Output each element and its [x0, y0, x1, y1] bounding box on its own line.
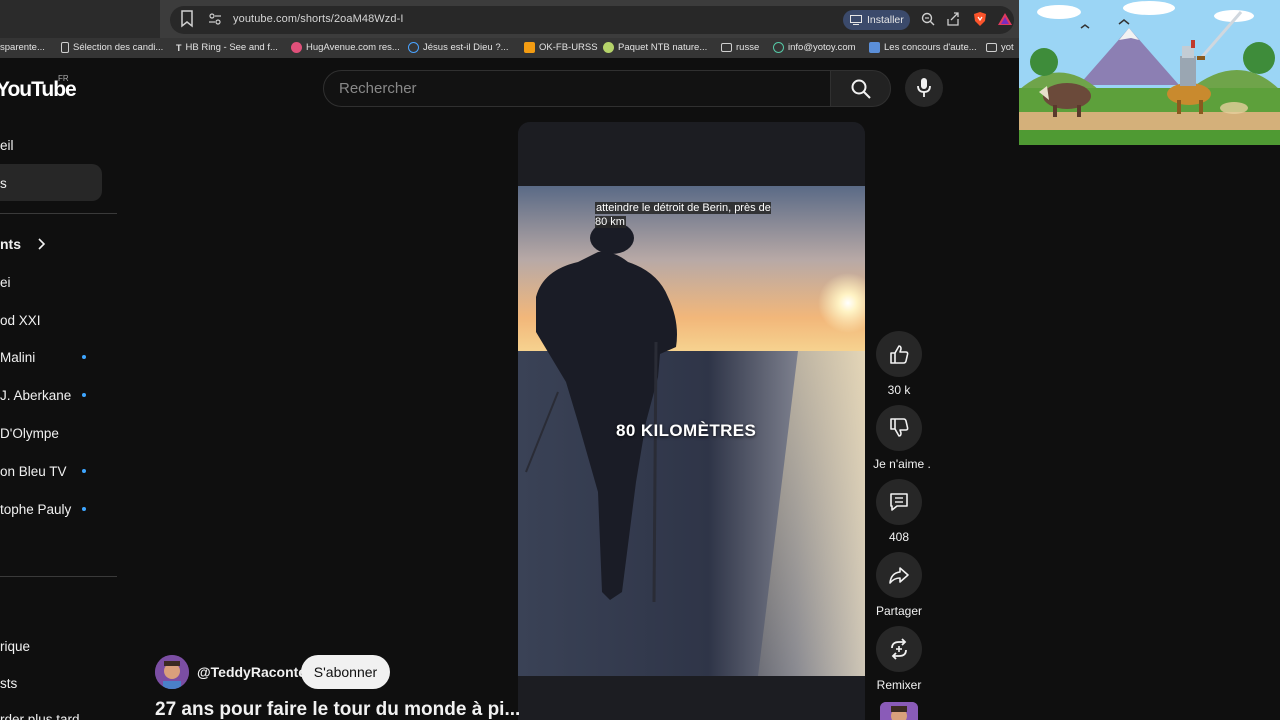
- game-scene-image: [1019, 0, 1280, 145]
- bookmark-folder[interactable]: russe: [721, 42, 759, 53]
- new-content-dot: [82, 507, 86, 511]
- bookmark-item[interactable]: info@yotoy.com: [773, 42, 856, 53]
- share-icon: [889, 567, 909, 584]
- video-title[interactable]: 27 ans pour faire le tour du monde à pi.…: [155, 699, 520, 720]
- bookmarks-bar: sparente... Sélection des candi... T HB R…: [0, 38, 1019, 58]
- share-button[interactable]: [876, 552, 922, 598]
- share-page-icon[interactable]: [945, 11, 961, 27]
- leaf-icon: [603, 42, 614, 53]
- avatar-image: [155, 655, 189, 689]
- image-icon: [869, 42, 880, 53]
- brave-rewards-icon[interactable]: [997, 11, 1013, 27]
- subscribe-button[interactable]: S'abonner: [301, 655, 390, 689]
- microphone-icon: [917, 78, 931, 97]
- ok-icon: [524, 42, 535, 53]
- browser-toolbar: youtube.com/shorts/2oaM48Wzd-I Installer: [0, 0, 1019, 38]
- video-caption: 80 KILOMÈTRES: [616, 421, 757, 440]
- install-button[interactable]: Installer: [843, 10, 910, 30]
- sidebar-item-watch-later[interactable]: rder plus tard: [0, 712, 80, 720]
- sidebar-divider: [0, 576, 117, 577]
- brave-shield-icon[interactable]: [972, 11, 988, 27]
- bookmark-item[interactable]: Paquet NTB nature...: [603, 42, 707, 53]
- sidebar-item-home[interactable]: eil: [0, 138, 14, 153]
- like-count: 30 k: [887, 383, 911, 397]
- page-icon: [61, 42, 69, 53]
- remix-icon: [891, 638, 907, 660]
- comment-count: 408: [888, 530, 910, 544]
- bookmark-item[interactable]: sparente...: [0, 42, 45, 53]
- sidebar-divider: [0, 213, 117, 214]
- bookmark-item[interactable]: Jésus est-il Dieu ?...: [408, 42, 509, 53]
- bookmark-item[interactable]: Sélection des candi...: [61, 42, 163, 53]
- channel-name[interactable]: @TeddyRaconte: [197, 664, 306, 680]
- chevron-right-icon: [38, 238, 46, 250]
- remix-button[interactable]: [876, 626, 922, 672]
- sidebar-item-playlists[interactable]: sts: [0, 676, 17, 691]
- share-label: Partager: [875, 604, 923, 618]
- search-placeholder: Rechercher: [339, 80, 417, 97]
- bookmark-item[interactable]: HugAvenue.com res...: [291, 42, 400, 53]
- sidebar-channel[interactable]: on Bleu TV: [0, 464, 67, 479]
- folder-icon: [986, 43, 997, 52]
- region-code: FR: [58, 74, 69, 83]
- dislike-button[interactable]: [876, 405, 922, 451]
- sound-source-avatar[interactable]: [880, 702, 918, 720]
- bookmark-item[interactable]: T HB Ring - See and f...: [176, 42, 278, 53]
- sidebar-item-history[interactable]: rique: [0, 639, 30, 654]
- sidebar-active-highlight: [0, 164, 102, 201]
- thumbs-down-icon: [890, 418, 909, 437]
- sidebar-channel[interactable]: Malini: [0, 350, 35, 365]
- channel-avatar[interactable]: [155, 655, 189, 689]
- sidebar-channel[interactable]: od XXI: [0, 313, 41, 328]
- new-content-dot: [82, 393, 86, 397]
- url-text[interactable]: youtube.com/shorts/2oaM48Wzd-I: [233, 13, 404, 25]
- bookmark-item[interactable]: OK-FB-URSS: [524, 42, 598, 53]
- like-button[interactable]: [876, 331, 922, 377]
- globe-icon: [773, 42, 784, 53]
- sidebar-subscriptions-header[interactable]: nts: [0, 236, 47, 252]
- tab-strip-fade: [0, 0, 160, 38]
- install-icon: [850, 15, 862, 25]
- zoom-icon[interactable]: [920, 11, 936, 27]
- sidebar-item-shorts[interactable]: s: [0, 176, 7, 191]
- sidebar-channel[interactable]: tophe Pauly: [0, 502, 71, 517]
- thumbs-up-icon: [890, 345, 909, 364]
- sidebar-channel[interactable]: ei: [0, 275, 11, 290]
- new-content-dot: [82, 355, 86, 359]
- game-ad-overlay[interactable]: [1019, 0, 1280, 145]
- search-icon: [851, 79, 871, 99]
- hb-icon: T: [176, 42, 182, 53]
- site-settings-icon[interactable]: [208, 12, 222, 26]
- info-icon: [408, 42, 419, 53]
- bookmark-icon[interactable]: [180, 10, 194, 28]
- install-label: Installer: [867, 14, 904, 26]
- bookmark-folder[interactable]: yot: [986, 42, 1014, 53]
- bookmark-item[interactable]: Les concours d'aute...: [869, 42, 977, 53]
- comment-icon: [890, 493, 908, 511]
- new-content-dot: [82, 469, 86, 473]
- folder-icon: [721, 43, 732, 52]
- youtube-shorts-page: youtube.com/shorts/2oaM48Wzd-I Installer: [0, 0, 1280, 720]
- search-button[interactable]: [830, 70, 891, 107]
- comments-button[interactable]: [876, 479, 922, 525]
- remix-label: Remixer: [876, 678, 922, 692]
- voice-search-button[interactable]: [905, 69, 943, 107]
- dislike-label: Je n'aime .: [873, 457, 931, 471]
- sidebar-channel[interactable]: D'Olympe: [0, 426, 59, 441]
- video-subtitle: atteindre le détroit de Berin, près de 8…: [595, 202, 771, 228]
- heart-icon: [291, 42, 302, 53]
- avatar-image: [880, 702, 918, 720]
- sidebar-channel[interactable]: J. Aberkane: [0, 388, 71, 403]
